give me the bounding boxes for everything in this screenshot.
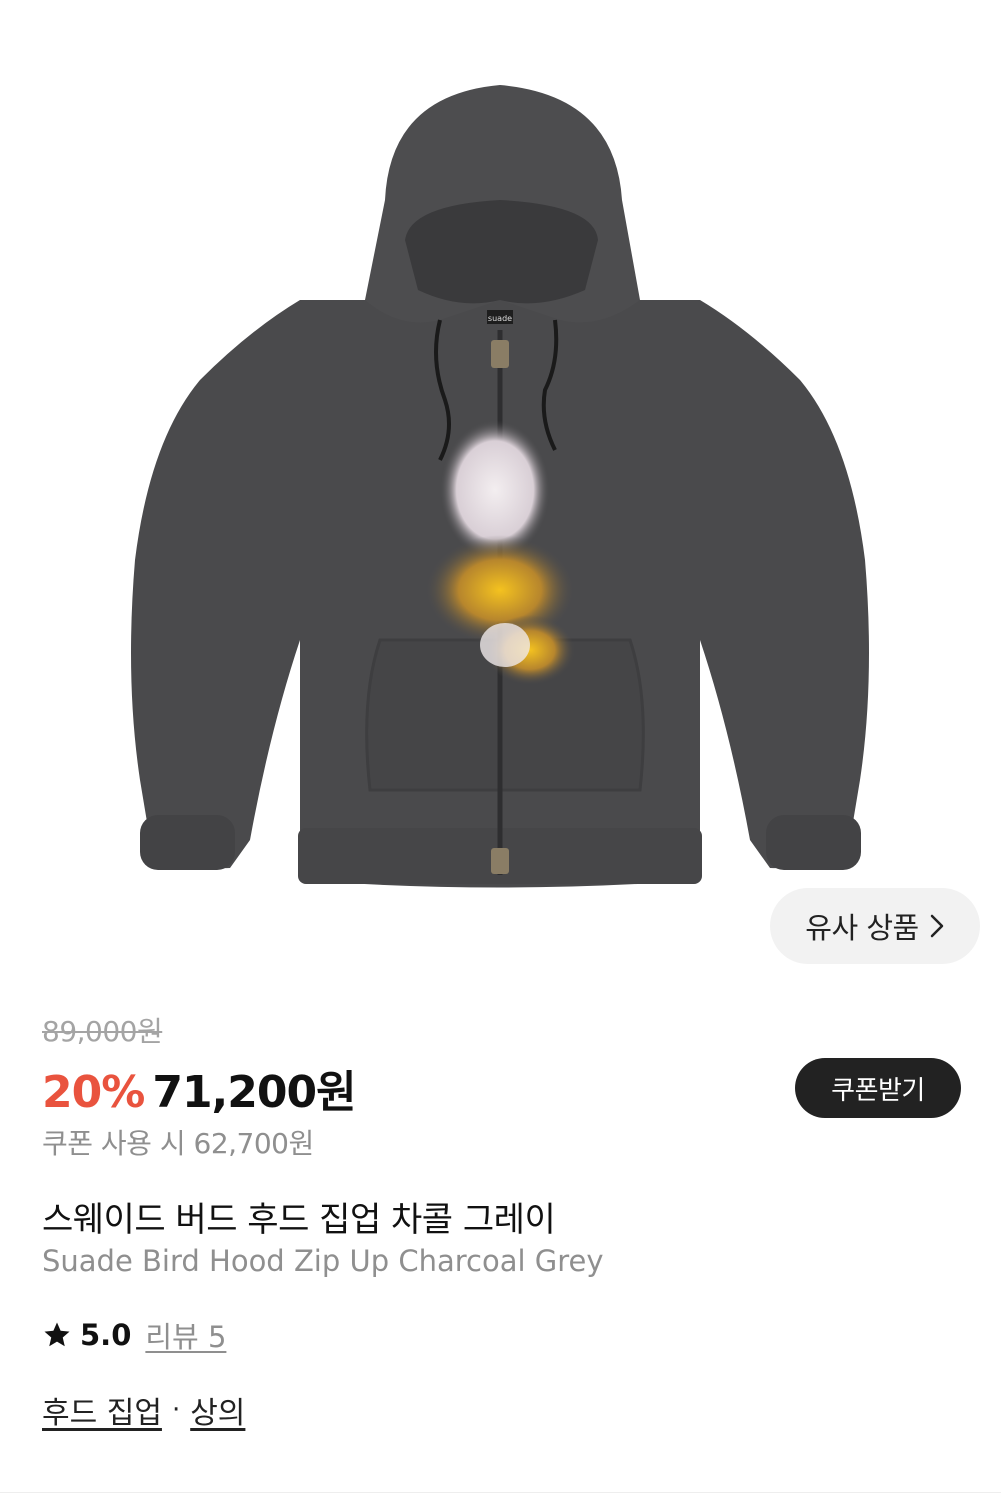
category-link-hood-zipup[interactable]: 후드 집업 — [42, 1388, 162, 1432]
similar-products-button[interactable]: 유사 상품 — [770, 888, 980, 964]
product-name-korean: 스웨이드 버드 후드 집업 차콜 그레이 — [42, 1200, 556, 1240]
sale-price: 71,200원 — [152, 1067, 356, 1118]
product-name-english: Suade Bird Hood Zip Up Charcoal Grey — [42, 1244, 604, 1278]
hoodie-illustration: suade — [131, 85, 869, 888]
product-image[interactable]: suade — [0, 0, 1001, 980]
get-coupon-button[interactable]: 쿠폰받기 — [795, 1058, 961, 1118]
star-icon — [44, 1322, 70, 1347]
category-breadcrumb: 후드 집업 · 상의 — [42, 1388, 245, 1432]
discount-rate: 20% — [42, 1067, 145, 1118]
price-row: 20% 71,200원 — [42, 1056, 357, 1120]
category-separator: · — [171, 1395, 181, 1425]
chevron-right-icon — [930, 914, 943, 938]
similar-products-label: 유사 상품 — [805, 911, 919, 945]
coupon-price: 쿠폰 사용 시 62,700원 — [42, 1127, 314, 1160]
original-price: 89,000원 — [42, 1015, 163, 1048]
product-detail-page: suade 유사 상품 89,000원 20% 71,200원 쿠폰받기 쿠폰 … — [0, 0, 1001, 1500]
rating-row: 5.0 리뷰 5 — [42, 1314, 226, 1356]
hoodie-tag-text: suade — [488, 314, 512, 323]
divider — [0, 1492, 1001, 1493]
review-link[interactable]: 리뷰 5 — [145, 1314, 226, 1356]
category-link-top[interactable]: 상의 — [190, 1388, 245, 1432]
rating-value: 5.0 — [80, 1318, 132, 1352]
